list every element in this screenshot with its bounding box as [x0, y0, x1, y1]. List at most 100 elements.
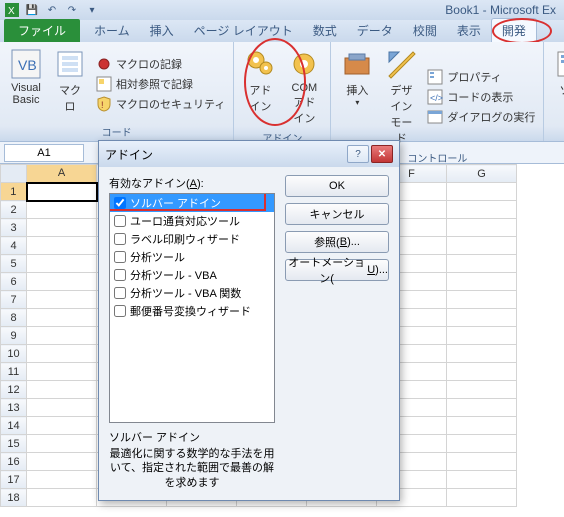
- close-icon: ✕: [378, 149, 386, 160]
- list-item[interactable]: 分析ツール: [110, 248, 274, 266]
- source-icon: [554, 48, 564, 80]
- group-addins: アドイン COM アドイン アドイン: [234, 42, 331, 141]
- dialog-titlebar[interactable]: アドイン ? ✕: [99, 141, 399, 167]
- row-header[interactable]: 9: [1, 327, 27, 345]
- col-header[interactable]: G: [447, 165, 517, 183]
- tab-insert[interactable]: 挿入: [140, 19, 184, 42]
- cell[interactable]: [27, 183, 97, 201]
- row-header[interactable]: 17: [1, 471, 27, 489]
- save-icon[interactable]: 💾: [24, 2, 40, 18]
- source-label: ソー: [559, 82, 564, 98]
- list-item[interactable]: ユーロ通貨対応ツール: [110, 212, 274, 230]
- row-header[interactable]: 10: [1, 345, 27, 363]
- tab-page-layout[interactable]: ページ レイアウト: [184, 19, 303, 42]
- list-item[interactable]: ラベル印刷ウィザード: [110, 230, 274, 248]
- addins-button[interactable]: アドイン: [240, 46, 280, 128]
- checkbox[interactable]: [114, 197, 126, 209]
- quick-access-toolbar: X 💾 ↶ ↷ ▾ Book1 - Microsoft Ex: [0, 0, 564, 20]
- dialog-title: アドイン: [105, 146, 347, 163]
- browse-button[interactable]: 参照(B)...: [285, 231, 389, 253]
- record-macro-button[interactable]: マクロの記録: [94, 55, 227, 73]
- row-header[interactable]: 6: [1, 273, 27, 291]
- tab-view[interactable]: 表示: [447, 19, 491, 42]
- relative-ref-icon: [96, 76, 112, 92]
- com-addins-button[interactable]: COM アドイン: [284, 46, 324, 128]
- view-code-button[interactable]: </>コードの表示: [425, 88, 537, 106]
- checkbox[interactable]: [114, 233, 126, 245]
- design-mode-label-1: デザイン: [385, 82, 417, 114]
- row-header[interactable]: 11: [1, 363, 27, 381]
- ok-button[interactable]: OK: [285, 175, 389, 197]
- macros-button[interactable]: マクロ: [50, 46, 90, 122]
- redo-icon[interactable]: ↷: [64, 2, 80, 18]
- tab-developer[interactable]: 開発: [491, 18, 537, 42]
- macros-icon: [54, 48, 86, 80]
- toolbox-icon: [341, 48, 373, 80]
- qat-dropdown-icon[interactable]: ▾: [84, 2, 100, 18]
- ribbon: VB Visual Basic マクロ マクロの記録 相対参照で記録 !マクロの…: [0, 42, 564, 142]
- design-mode-button[interactable]: デザイン モード: [381, 46, 421, 148]
- row-header[interactable]: 2: [1, 201, 27, 219]
- col-header[interactable]: A: [27, 165, 97, 183]
- svg-text:!: !: [101, 100, 104, 110]
- row-header[interactable]: 18: [1, 489, 27, 507]
- tab-data[interactable]: データ: [347, 19, 403, 42]
- dialog-icon: [427, 109, 443, 125]
- relative-ref-button[interactable]: 相対参照で記録: [94, 75, 227, 93]
- checkbox[interactable]: [114, 251, 126, 263]
- row-header[interactable]: 5: [1, 255, 27, 273]
- checkbox[interactable]: [114, 305, 126, 317]
- list-item[interactable]: ソルバー アドイン: [110, 194, 274, 212]
- tab-formulas[interactable]: 数式: [303, 19, 347, 42]
- visual-basic-button[interactable]: VB Visual Basic: [6, 46, 46, 122]
- list-item[interactable]: 郵便番号変換ウィザード: [110, 302, 274, 320]
- row-header[interactable]: 1: [1, 183, 27, 201]
- record-macro-icon: [96, 56, 112, 72]
- row-header[interactable]: 7: [1, 291, 27, 309]
- code-icon: </>: [427, 89, 443, 105]
- excel-icon: X: [4, 2, 20, 18]
- cancel-button[interactable]: キャンセル: [285, 203, 389, 225]
- row-header[interactable]: 15: [1, 435, 27, 453]
- undo-icon[interactable]: ↶: [44, 2, 60, 18]
- list-item[interactable]: 分析ツール - VBA: [110, 266, 274, 284]
- svg-text:VB: VB: [18, 57, 37, 73]
- macro-security-button[interactable]: !マクロのセキュリティ: [94, 95, 227, 113]
- checkbox[interactable]: [114, 215, 126, 227]
- checkbox[interactable]: [114, 287, 126, 299]
- properties-button[interactable]: プロパティ: [425, 68, 537, 86]
- ruler-icon: [385, 48, 417, 80]
- gear-icon: [288, 48, 320, 80]
- svg-text:</>: </>: [430, 93, 443, 103]
- checkbox[interactable]: [114, 269, 126, 281]
- macros-label: マクロ: [54, 82, 86, 114]
- close-button[interactable]: ✕: [371, 145, 393, 163]
- insert-control-button[interactable]: 挿入 ▾: [337, 46, 377, 148]
- tab-file[interactable]: ファイル: [4, 19, 80, 42]
- run-dialog-button[interactable]: ダイアログの実行: [425, 108, 537, 126]
- addin-description: ソルバー アドイン 最適化に関する数学的な手法を用いて、指定された範囲で最善の解…: [109, 429, 275, 490]
- row-header[interactable]: 12: [1, 381, 27, 399]
- row-header[interactable]: 4: [1, 237, 27, 255]
- name-box[interactable]: [4, 144, 84, 162]
- com-addins-label-2: アドイン: [288, 94, 320, 126]
- tab-home[interactable]: ホーム: [84, 19, 140, 42]
- shield-icon: !: [96, 96, 112, 112]
- addin-desc-text: 最適化に関する数学的な手法を用いて、指定された範囲で最善の解を求めます: [109, 447, 275, 490]
- row-header[interactable]: 16: [1, 453, 27, 471]
- help-button[interactable]: ?: [347, 145, 369, 163]
- row-header[interactable]: 8: [1, 309, 27, 327]
- addins-label: アドイン: [244, 82, 276, 114]
- list-item[interactable]: 分析ツール - VBA 関数: [110, 284, 274, 302]
- row-header[interactable]: 14: [1, 417, 27, 435]
- source-button[interactable]: ソー: [550, 46, 564, 126]
- row-header[interactable]: 3: [1, 219, 27, 237]
- addins-listbox[interactable]: ソルバー アドイン ユーロ通貨対応ツール ラベル印刷ウィザード 分析ツール 分析…: [109, 193, 275, 423]
- svg-text:X: X: [8, 6, 15, 17]
- tab-review[interactable]: 校閲: [403, 19, 447, 42]
- select-all-corner[interactable]: [1, 165, 27, 183]
- group-code-label: コード: [6, 122, 227, 139]
- automation-button[interactable]: オートメーション(U)...: [285, 259, 389, 281]
- row-header[interactable]: 13: [1, 399, 27, 417]
- visual-basic-label: Visual Basic: [10, 82, 42, 106]
